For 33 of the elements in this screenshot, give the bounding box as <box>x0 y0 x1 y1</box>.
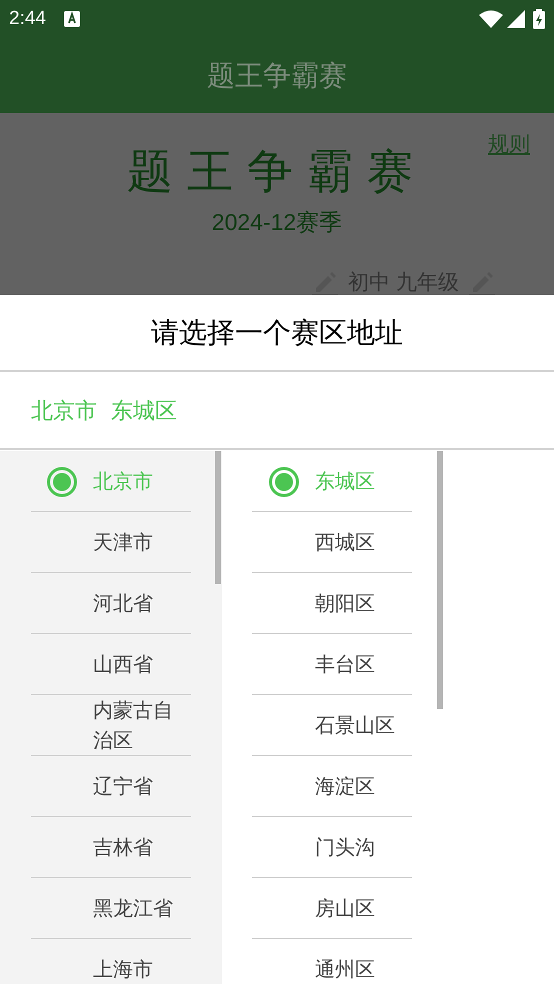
list-item[interactable]: 朝阳区 <box>222 573 444 634</box>
keyboard-icon <box>64 11 80 27</box>
app-title: 题王争霸赛 <box>207 58 347 92</box>
list-item[interactable]: 天津市 <box>0 512 222 573</box>
list-item[interactable]: 通州区 <box>222 939 444 984</box>
radio-selected-icon <box>47 466 77 496</box>
radio-selected-icon <box>269 466 299 496</box>
list-item[interactable]: 上海市 <box>0 939 222 984</box>
scrollbar[interactable] <box>437 451 443 709</box>
dialog-title: 请选择一个赛区地址 <box>151 316 403 350</box>
list-item[interactable]: 内蒙古自治区 <box>0 695 222 756</box>
signal-icon <box>507 10 525 28</box>
status-time: 2:44 <box>9 6 46 31</box>
list-item[interactable]: 辽宁省 <box>0 756 222 817</box>
list-item[interactable]: 房山区 <box>222 878 444 939</box>
pencil-icon <box>468 271 495 295</box>
list-item[interactable]: 黑龙江省 <box>0 878 222 939</box>
list-item[interactable]: 丰台区 <box>222 634 444 695</box>
season-label: 2024-12赛季 <box>212 208 342 237</box>
battery-icon <box>533 9 545 29</box>
list-item[interactable]: 门头沟 <box>222 817 444 878</box>
pencil-icon <box>312 271 338 295</box>
wifi-icon <box>479 10 503 28</box>
list-item[interactable]: 海淀区 <box>222 756 444 817</box>
scrollbar[interactable] <box>215 451 221 584</box>
list-item[interactable]: 石景山区 <box>222 695 444 756</box>
list-item[interactable]: 河北省 <box>0 573 222 634</box>
selected-region: 东城区 <box>111 396 177 424</box>
list-item[interactable]: 西城区 <box>222 512 444 573</box>
contest-title: 题王争霸赛 <box>127 144 427 199</box>
list-item[interactable]: 吉林省 <box>0 817 222 878</box>
list-item[interactable]: 山西省 <box>0 634 222 695</box>
selected-region: 北京市 <box>31 396 97 424</box>
